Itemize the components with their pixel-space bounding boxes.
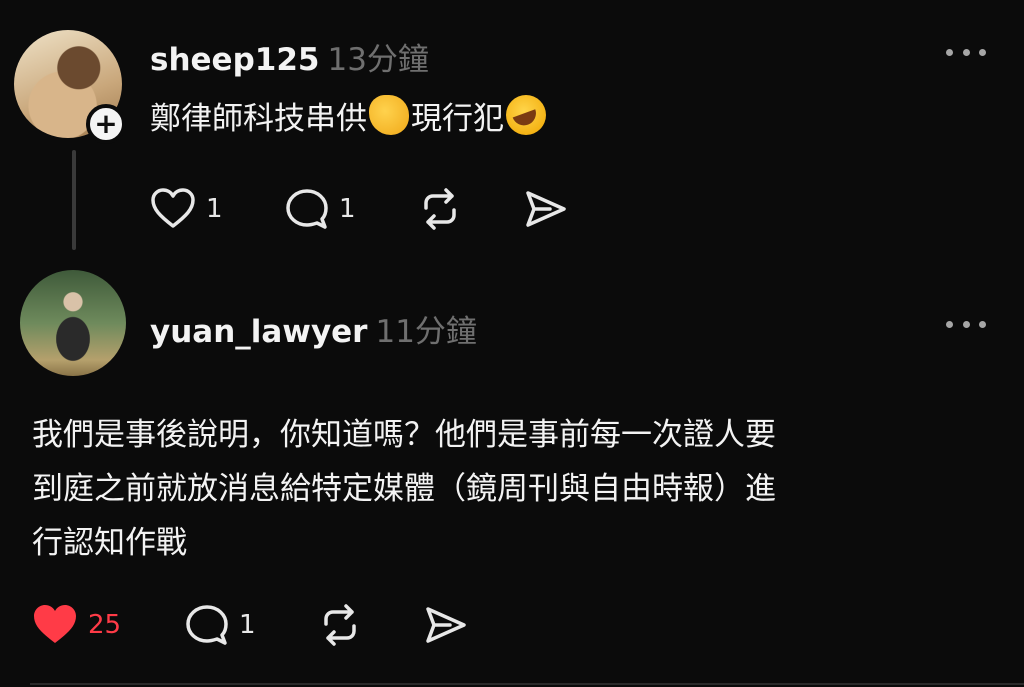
heart-filled-icon	[34, 605, 76, 643]
post-header: sheep125 13分鐘	[150, 34, 429, 79]
post-divider	[30, 683, 1024, 685]
share-button[interactable]	[524, 188, 568, 230]
like-button[interactable]: 25	[32, 604, 121, 646]
more-options-icon[interactable]	[946, 318, 986, 330]
reply-count: 1	[339, 194, 356, 224]
repost-icon	[324, 604, 356, 646]
avatar-yuan-lawyer[interactable]	[20, 270, 126, 376]
repost-button[interactable]	[318, 604, 362, 646]
oncoming-fist-icon	[369, 95, 409, 135]
post-text-line: 我們是事後說明，你知道嗎？他們是事前每一次證人要	[32, 417, 776, 453]
username[interactable]: sheep125	[150, 42, 319, 78]
repost-button[interactable]	[418, 188, 462, 230]
like-count: 1	[206, 194, 223, 224]
repost-icon	[424, 188, 456, 230]
post-text-line: 到庭之前就放消息給特定媒體（鏡周刊與自由時報）進	[32, 471, 776, 507]
reply-button[interactable]: 1	[185, 604, 256, 646]
reply-count: 1	[239, 610, 256, 640]
send-icon	[426, 607, 466, 643]
post-text-line: 行認知作戰	[32, 525, 187, 561]
post-text: 我們是事後說明，你知道嗎？他們是事前每一次證人要 到庭之前就放消息給特定媒體（鏡…	[32, 408, 1002, 570]
post-text-part: 現行犯	[411, 101, 504, 137]
thread-line	[72, 150, 76, 250]
more-options-icon[interactable]	[946, 46, 986, 58]
heart-icon	[151, 188, 195, 228]
comment-icon	[286, 189, 328, 229]
post-text-part: 鄭律師科技串供	[150, 101, 367, 137]
post-text: 鄭律師科技串供 現行犯	[150, 92, 548, 146]
send-icon	[526, 191, 566, 227]
username[interactable]: yuan_lawyer	[150, 314, 367, 350]
share-button[interactable]	[424, 604, 468, 646]
timestamp: 13分鐘	[327, 42, 429, 78]
follow-button[interactable]: +	[86, 104, 126, 144]
like-button[interactable]: 1	[150, 188, 223, 230]
reply-button[interactable]: 1	[285, 188, 356, 230]
timestamp: 11分鐘	[375, 314, 477, 350]
rofl-emoji-icon	[506, 95, 546, 135]
comment-icon	[186, 605, 228, 645]
post-header: yuan_lawyer 11分鐘	[150, 306, 477, 351]
like-count: 25	[88, 610, 122, 640]
